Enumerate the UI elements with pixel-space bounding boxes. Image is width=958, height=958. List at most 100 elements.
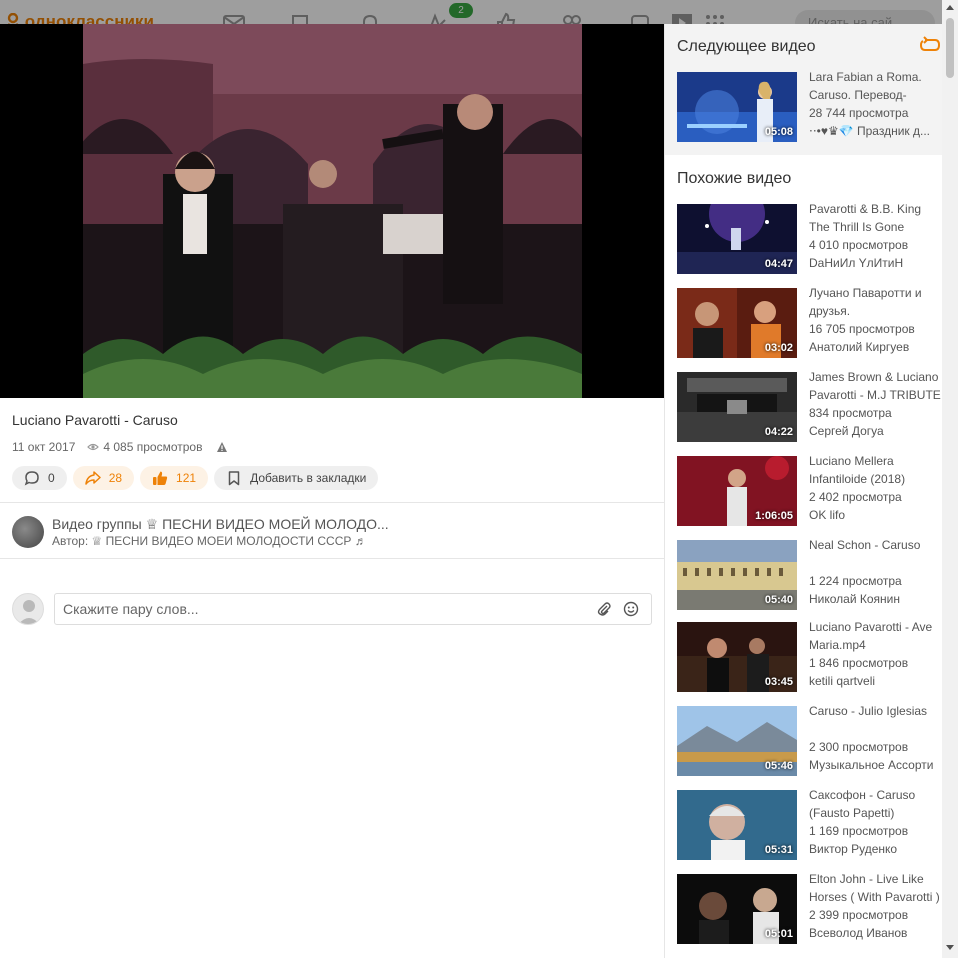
video-sidebar: Следующее видео 05:08 Lara Fabian a Roma… — [664, 24, 943, 958]
video-thumbnail[interactable]: 05:31 — [677, 790, 797, 860]
video-layer: Luciano Pavarotti - Caruso 11 окт 2017 4… — [0, 24, 943, 958]
video-info: Luciano Mellera Infantiloide (2018) 2 402… — [809, 452, 943, 524]
video-thumbnail[interactable]: 04:47 — [677, 204, 797, 274]
video-name[interactable]: Lara Fabian a Roma. Caruso. Перевод- — [809, 68, 943, 104]
video-author[interactable]: Виктор Руденко — [809, 840, 943, 858]
video-info: Elton John - Live Like Horses ( With Pav… — [809, 870, 943, 942]
video-meta: 11 окт 2017 4 085 просмотров — [12, 440, 228, 454]
video-duration: 1:06:05 — [755, 510, 793, 522]
similar-video-item[interactable]: 05:40 Neal Schon - Caruso 1 224 просмотра Н… — [677, 538, 941, 610]
video-thumbnail[interactable]: 05:46 — [677, 706, 797, 776]
report-warning-icon[interactable] — [216, 441, 228, 453]
video-author[interactable]: Николай Коянин — [809, 590, 943, 608]
next-video-item[interactable]: 05:08 Lara Fabian a Roma. Caruso. Перево… — [677, 70, 943, 142]
user-avatar — [12, 593, 44, 625]
likes-count: 121 — [176, 471, 197, 485]
video-name[interactable]: Caruso - Julio Iglesias — [809, 702, 943, 738]
video-info: Лучано Паваротти и друзья. 16 705 просмот… — [809, 284, 943, 356]
modal-backdrop[interactable] — [0, 0, 958, 24]
video-name[interactable]: Саксофон - Caruso (Fausto Papetti) — [809, 786, 943, 822]
video-name[interactable]: Luciano Mellera Infantiloide (2018) — [809, 452, 943, 488]
group-name-link[interactable]: Видео группы ♕ ПЕСНИ ВИДЕО МОЕЙ МОЛОДО..… — [52, 516, 389, 533]
video-views: 1 224 просмотра — [809, 574, 902, 588]
video-views: 1 846 просмотров — [809, 656, 909, 670]
video-name[interactable]: Elton John - Live Like Horses ( With Pav… — [809, 870, 943, 906]
next-video-title: Следующее видео — [677, 38, 816, 55]
video-views: 1 169 просмотров — [809, 824, 909, 838]
video-info: Pavarotti & B.B. King The Thrill Is Gone… — [809, 200, 943, 272]
video-views: 834 просмотра — [809, 406, 892, 420]
video-frame — [83, 24, 582, 398]
video-name[interactable]: Luciano Pavarotti - Ave Maria.mp4 — [809, 618, 943, 654]
group-author[interactable]: Автор: ♕ ПЕСНИ ВИДЕО МОЕИ МОЛОДОСТИ СССР… — [52, 534, 367, 548]
video-thumbnail[interactable]: 04:22 — [677, 372, 797, 442]
video-title: Luciano Pavarotti - Caruso — [12, 412, 178, 428]
video-thumbnail[interactable]: 03:45 — [677, 622, 797, 692]
video-views: 2 402 просмотра — [809, 490, 902, 504]
similar-video-item[interactable]: 05:46 Caruso - Julio Iglesias 2 300 просмо… — [677, 704, 941, 776]
video-views: 2 399 просмотров — [809, 908, 909, 922]
like-button[interactable]: 121 — [140, 466, 209, 490]
video-info: Luciano Pavarotti - Ave Maria.mp4 1 846 п… — [809, 618, 943, 690]
video-name[interactable]: Pavarotti & B.B. King The Thrill Is Gone — [809, 200, 943, 236]
attach-clip-icon[interactable] — [596, 601, 612, 617]
comments-button[interactable]: 0 — [12, 466, 67, 490]
divider — [0, 502, 664, 503]
scroll-down-arrow-icon[interactable] — [946, 945, 954, 950]
video-thumbnail[interactable]: 05:08 — [677, 72, 797, 142]
scrollbar-thumb[interactable] — [946, 18, 954, 78]
similar-video-item[interactable]: 04:47 Pavarotti & B.B. King The Thrill Is… — [677, 202, 941, 274]
video-views: 2 300 просмотров — [809, 740, 909, 754]
video-thumbnail[interactable]: 05:01 — [677, 874, 797, 944]
share-button[interactable]: 28 — [72, 466, 135, 490]
video-author[interactable]: OK lifo — [809, 506, 943, 524]
video-player[interactable] — [0, 24, 664, 398]
next-video-section: Следующее видео 05:08 Lara Fabian a Roma… — [665, 24, 943, 155]
comment-form: Скажите пару слов... — [12, 593, 652, 625]
video-name[interactable]: Лучано Паваротти и друзья. — [809, 284, 943, 320]
group-avatar[interactable] — [12, 516, 44, 548]
emoji-smile-icon[interactable] — [623, 601, 639, 617]
comment-input[interactable]: Скажите пару слов... — [54, 593, 652, 625]
similar-video-item[interactable]: 1:06:05 Luciano Mellera Infantiloide (201… — [677, 454, 941, 526]
video-info: Neal Schon - Caruso 1 224 просмотра Никола… — [809, 536, 943, 608]
video-author[interactable]: ⋅⋅•♥♛💎 Праздник д... — [809, 122, 943, 140]
similar-video-item[interactable]: 03:02 Лучано Паваротти и друзья. 16 705 пр… — [677, 286, 941, 358]
video-author[interactable]: Музыкальное Ассорти — [809, 756, 943, 774]
video-views: 4 010 просмотров — [809, 238, 909, 252]
video-duration: 03:45 — [764, 676, 793, 688]
comment-icon — [24, 471, 39, 486]
video-views: 28 744 просмотра — [809, 106, 909, 120]
video-duration: 04:47 — [764, 258, 793, 270]
video-actions: 0 28 121 Добавить в закладки — [12, 466, 384, 490]
page-scrollbar[interactable] — [942, 0, 958, 958]
share-arrow-icon — [84, 471, 101, 485]
video-duration: 05:08 — [764, 126, 793, 138]
video-author[interactable]: Анатолий Киргуев — [809, 338, 943, 356]
video-date: 11 окт 2017 — [12, 440, 76, 454]
shares-count: 28 — [108, 471, 123, 485]
video-thumbnail[interactable]: 05:40 — [677, 540, 797, 610]
video-duration: 05:01 — [764, 928, 793, 940]
similar-video-item[interactable]: 03:45 Luciano Pavarotti - Ave Maria.mp4 1 … — [677, 620, 941, 692]
divider — [0, 558, 664, 559]
video-author[interactable]: Всеволод Иванов — [809, 924, 943, 942]
similar-video-item[interactable]: 05:01 Elton John - Live Like Horses ( Wit… — [677, 872, 941, 944]
video-author[interactable]: DaНиИл YлИтиН — [809, 254, 943, 272]
similar-videos-title: Похожие видео — [677, 170, 792, 187]
video-name[interactable]: James Brown & Luciano Pavarotti - M.J TR… — [809, 368, 943, 404]
similar-video-item[interactable]: 05:31 Саксофон - Caruso (Fausto Papetti) 1… — [677, 788, 943, 860]
autoplay-loop-icon[interactable] — [919, 36, 941, 54]
video-info: Caruso - Julio Iglesias 2 300 просмотров М… — [809, 702, 943, 774]
video-views: 16 705 просмотров — [809, 322, 915, 336]
video-author[interactable]: ketili qartveli — [809, 672, 943, 690]
video-thumbnail[interactable]: 03:02 — [677, 288, 797, 358]
similar-video-item[interactable]: 04:22 James Brown & Luciano Pavarotti - M… — [677, 370, 941, 442]
scroll-up-arrow-icon[interactable] — [946, 5, 954, 10]
video-info: James Brown & Luciano Pavarotti - M.J TR… — [809, 368, 943, 440]
video-name[interactable]: Neal Schon - Caruso — [809, 536, 943, 572]
bookmark-button[interactable]: Добавить в закладки — [214, 466, 379, 490]
thumbs-up-icon — [153, 471, 168, 485]
video-author[interactable]: Сергей Догуа — [809, 422, 943, 440]
video-thumbnail[interactable]: 1:06:05 — [677, 456, 797, 526]
